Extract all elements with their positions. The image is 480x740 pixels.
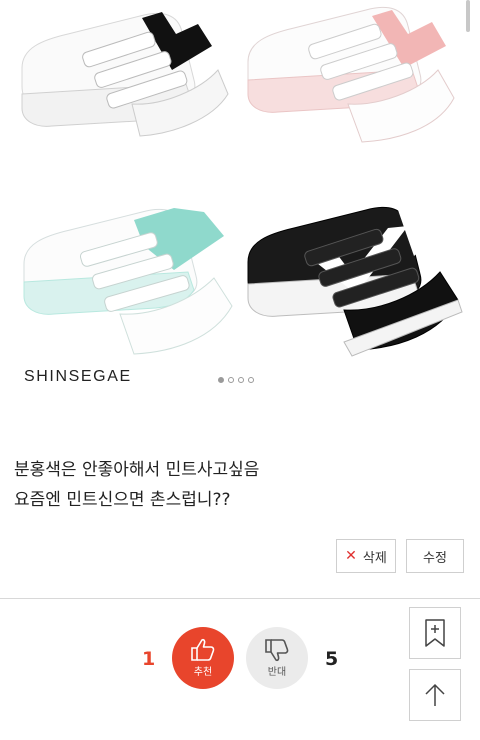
post-body: 분홍색은 안좋아해서 민트사고싶음 요즘엔 민트신으면 촌스럽니?? [14,455,259,515]
brand-logo: SHINSEGAE [24,368,132,385]
post-line: 분홍색은 안좋아해서 민트사고싶음 [14,460,260,480]
carousel-dot[interactable] [218,377,224,383]
carousel-dot[interactable] [248,377,254,383]
delete-button[interactable]: ✕ 삭제 [336,539,396,573]
white-mint-shoe-icon [23,208,233,355]
thumbs-down-icon [265,639,289,662]
recommend-label: 추천 [193,667,213,678]
close-icon: ✕ [345,548,357,564]
black-white-shoe-icon [247,204,463,357]
scrollbar-thumb[interactable] [466,0,470,32]
product-photo [21,6,463,357]
thumbs-up-icon [191,638,215,661]
scroll-top-button[interactable] [409,669,461,721]
arrow-up-icon [425,683,445,706]
oppose-label: 반대 [267,667,287,678]
product-image-carousel[interactable]: SHINSEGAE [0,0,480,400]
recommend-count: 1 [142,648,156,670]
carousel-indicator[interactable] [218,377,254,383]
bookmark-button[interactable] [409,607,461,659]
oppose-count: 5 [325,648,339,670]
delete-label: 삭제 [362,550,387,566]
edit-label: 수정 [423,550,447,566]
white-black-shoe-icon [21,12,229,137]
post-line: 요즘엔 민트신으면 촌스럽니?? [14,490,231,510]
carousel-dot[interactable] [228,377,234,383]
oppose-button[interactable]: 반대 [246,627,308,689]
bookmark-plus-icon [425,619,445,647]
white-pink-shoe-icon [247,6,455,143]
divider [0,598,480,599]
recommend-button[interactable]: 추천 [172,627,234,689]
edit-button[interactable]: 수정 [406,539,464,573]
carousel-dot[interactable] [238,377,244,383]
